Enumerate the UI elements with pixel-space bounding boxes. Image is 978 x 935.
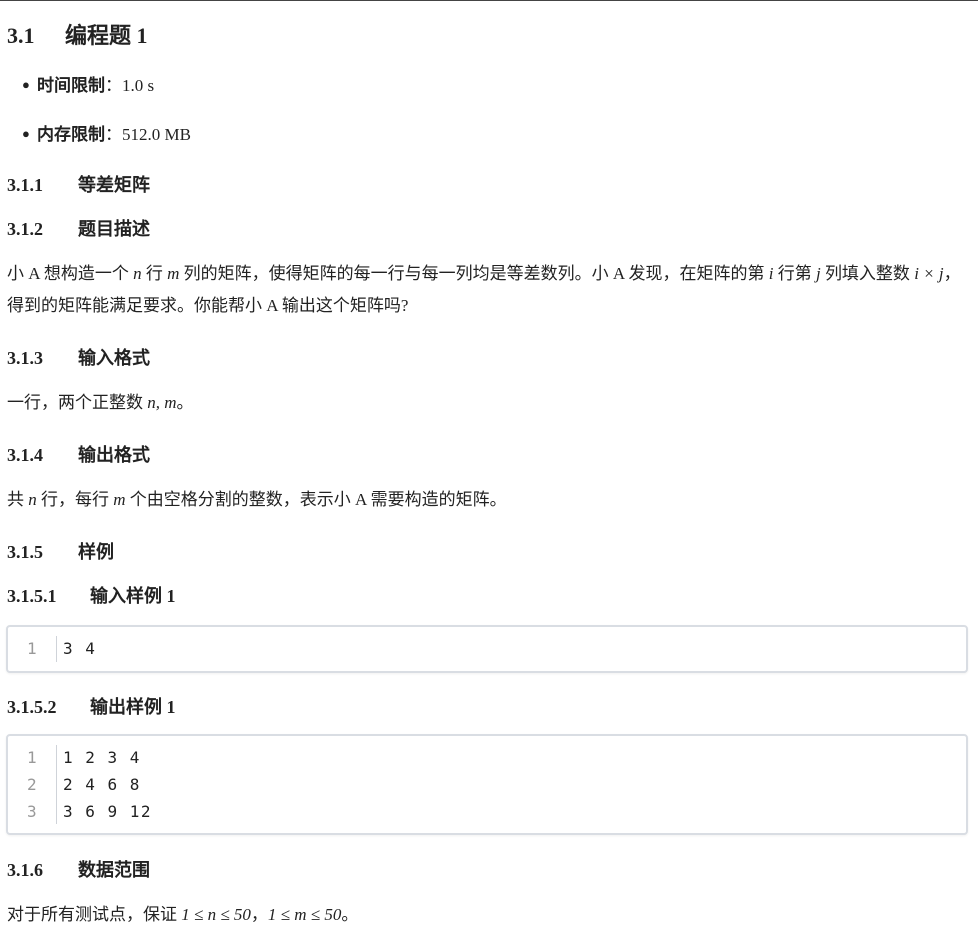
text: 行第 — [773, 264, 816, 283]
separator: ： — [105, 125, 122, 144]
math-expression: 1 ≤ n ≤ 50 — [181, 905, 251, 924]
subsection-title: 输出样例 1 — [90, 697, 176, 717]
code-text: 2 4 6 8 — [63, 775, 141, 794]
data-range-paragraph: 对于所有测试点，保证 1 ≤ n ≤ 50，1 ≤ m ≤ 50。 — [7, 899, 969, 931]
text: 。 — [176, 393, 194, 412]
subsection-number: 3.1.5.2 — [7, 697, 57, 717]
line-number: 1 — [27, 748, 37, 767]
subsection-number: 3.1.6 — [7, 860, 43, 880]
text: 对于所有测试点，保证 — [7, 905, 182, 924]
text: ， — [250, 905, 268, 924]
time-limit-value: 1.0 s — [122, 76, 155, 95]
subsection-heading-input-format: 3.1.3 输入格式 — [7, 344, 150, 370]
text: 个由空格分割的整数，表示小 A 需要构造的矩阵。 — [125, 490, 507, 509]
subsection-heading-data-range: 3.1.6 数据范围 — [7, 856, 150, 882]
line-number: 1 — [27, 639, 37, 658]
math-expression: i × j — [914, 264, 944, 283]
text: 行，每行 — [36, 490, 114, 509]
output-format-paragraph: 共 n 行，每行 m 个由空格分割的整数，表示小 A 需要构造的矩阵。 — [7, 484, 969, 516]
code-line: 3 3 6 9 12 — [8, 798, 966, 825]
subsection-title: 等差矩阵 — [78, 175, 150, 195]
subsection-number: 3.1.5 — [7, 542, 43, 562]
section-title: 编程题 1 — [65, 23, 148, 48]
section-heading: 3.1 编程题 1 — [7, 18, 148, 50]
bullet-icon: ● — [22, 77, 30, 92]
math-var: m — [167, 264, 180, 283]
section-number: 3.1 — [7, 23, 35, 48]
subsection-title: 数据范围 — [78, 860, 150, 880]
subsection-heading-output-format: 3.1.4 输出格式 — [7, 441, 150, 467]
line-number: 2 — [27, 775, 37, 794]
subsection-number: 3.1.4 — [7, 445, 43, 465]
code-text: 3 4 — [63, 639, 97, 658]
separator: ： — [105, 76, 122, 95]
sample-output-code-block[interactable]: 1 1 2 3 4 2 2 4 6 8 3 3 6 9 12 — [6, 734, 968, 835]
math-var: n — [133, 264, 142, 283]
subsection-title: 输入格式 — [78, 348, 150, 368]
line-number: 3 — [27, 802, 37, 821]
subsection-title: 输入样例 1 — [90, 586, 176, 606]
subsection-heading-title: 3.1.1 等差矩阵 — [7, 171, 150, 197]
code-text: 3 6 9 12 — [63, 802, 153, 821]
code-line: 1 3 4 — [8, 635, 966, 662]
time-limit-label: 时间限制 — [37, 76, 105, 95]
memory-limit-item: ● 内存限制：512.0 MB — [22, 120, 191, 145]
sample-input-heading: 3.1.5.1 输入样例 1 — [7, 582, 176, 608]
math-expression: 1 ≤ m ≤ 50 — [267, 905, 342, 924]
text: 列填入整数 — [820, 264, 915, 283]
time-limit-item: ● 时间限制：1.0 s — [22, 71, 154, 96]
subsection-number: 3.1.5.1 — [7, 586, 57, 606]
input-format-paragraph: 一行，两个正整数 n, m。 — [7, 387, 969, 419]
sample-output-heading: 3.1.5.2 输出样例 1 — [7, 693, 176, 719]
text: 共 — [7, 490, 29, 509]
subsection-heading-description: 3.1.2 题目描述 — [7, 215, 150, 241]
subsection-title: 输出格式 — [78, 445, 150, 465]
subsection-number: 3.1.1 — [7, 175, 43, 195]
math-var: n, m — [147, 393, 177, 412]
text: 行 — [141, 264, 168, 283]
text: 列的矩阵，使得矩阵的每一行与每一列均是等差数列。小 A 发现，在矩阵的第 — [179, 264, 769, 283]
text: 。 — [341, 905, 359, 924]
memory-limit-value: 512.0 MB — [122, 125, 191, 144]
subsection-heading-samples: 3.1.5 样例 — [7, 538, 114, 564]
subsection-number: 3.1.3 — [7, 348, 43, 368]
text: 一行，两个正整数 — [7, 393, 148, 412]
sample-input-code-block[interactable]: 1 3 4 — [6, 625, 968, 673]
code-text: 1 2 3 4 — [63, 748, 141, 767]
math-var: m — [113, 490, 126, 509]
math-var: n — [28, 490, 37, 509]
text: 小 A 想构造一个 — [7, 264, 134, 283]
subsection-number: 3.1.2 — [7, 219, 43, 239]
memory-limit-label: 内存限制 — [37, 125, 105, 144]
bullet-icon: ● — [22, 126, 30, 141]
description-paragraph: 小 A 想构造一个 n 行 m 列的矩阵，使得矩阵的每一行与每一列均是等差数列。… — [7, 258, 969, 322]
subsection-title: 题目描述 — [78, 219, 150, 239]
subsection-title: 样例 — [78, 542, 114, 562]
code-line: 2 2 4 6 8 — [8, 771, 966, 798]
code-line: 1 1 2 3 4 — [8, 744, 966, 771]
